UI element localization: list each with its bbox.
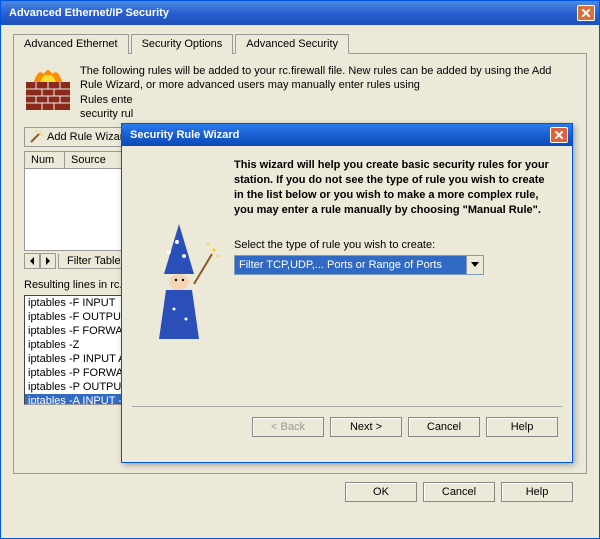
- close-icon: [555, 131, 563, 139]
- wand-icon: [29, 130, 43, 144]
- rule-type-dropdown[interactable]: Filter TCP,UDP,... Ports or Range of Por…: [234, 255, 484, 275]
- wizard-text: This wizard will help you create basic s…: [234, 158, 556, 400]
- chevron-down-icon: [471, 262, 479, 268]
- main-titlebar: Advanced Ethernet/IP Security: [1, 1, 599, 25]
- back-button: < Back: [252, 417, 324, 437]
- cancel-button[interactable]: Cancel: [423, 482, 495, 502]
- main-title: Advanced Ethernet/IP Security: [5, 7, 577, 19]
- tab-advanced-security[interactable]: Advanced Security: [235, 34, 349, 54]
- wizard-body: This wizard will help you create basic s…: [122, 146, 572, 406]
- intro-line3: security rul: [80, 108, 133, 120]
- dropdown-value: Filter TCP,UDP,... Ports or Range of Por…: [239, 259, 442, 271]
- scroll-right-button[interactable]: [40, 253, 56, 269]
- intro-line: The following rules will be added to you…: [80, 65, 551, 91]
- tab-security-options[interactable]: Security Options: [131, 34, 234, 54]
- scroll-left-button[interactable]: [24, 253, 40, 269]
- wizard-help-button[interactable]: Help: [486, 417, 558, 437]
- wizard-close-button[interactable]: [550, 127, 568, 143]
- dropdown-arrow[interactable]: [466, 256, 483, 274]
- main-window: Advanced Ethernet/IP Security Advanced E…: [0, 0, 600, 539]
- intro-text: The following rules will be added to you…: [80, 64, 576, 121]
- wizard-description: This wizard will help you create basic s…: [234, 158, 556, 217]
- wizard-button-row: < Back Next > Cancel Help: [122, 407, 572, 447]
- ok-button[interactable]: OK: [345, 482, 417, 502]
- security-rule-wizard-dialog: Security Rule Wizard This wizard will he…: [121, 123, 573, 463]
- wizard-title: Security Rule Wizard: [126, 129, 550, 141]
- chevron-left-icon: [29, 257, 35, 265]
- chevron-right-icon: [45, 257, 51, 265]
- tab-bar: Advanced Ethernet Security Options Advan…: [13, 33, 587, 54]
- wizard-icon: [134, 158, 224, 400]
- filter-table-tab[interactable]: Filter Table: [58, 254, 130, 269]
- wizard-cancel-button[interactable]: Cancel: [408, 417, 480, 437]
- wizard-titlebar: Security Rule Wizard: [122, 124, 572, 146]
- help-button[interactable]: Help: [501, 482, 573, 502]
- firewall-icon: [24, 64, 72, 112]
- close-icon: [582, 9, 590, 17]
- col-num[interactable]: Num: [25, 152, 65, 168]
- intro-line2: Rules ente: [80, 94, 133, 106]
- intro-row: The following rules will be added to you…: [24, 64, 576, 121]
- next-button[interactable]: Next >: [330, 417, 402, 437]
- main-close-button[interactable]: [577, 5, 595, 21]
- tab-advanced-ethernet[interactable]: Advanced Ethernet: [13, 34, 129, 54]
- main-button-row: OK Cancel Help: [13, 474, 587, 510]
- wizard-select-label: Select the type of rule you wish to crea…: [234, 239, 556, 251]
